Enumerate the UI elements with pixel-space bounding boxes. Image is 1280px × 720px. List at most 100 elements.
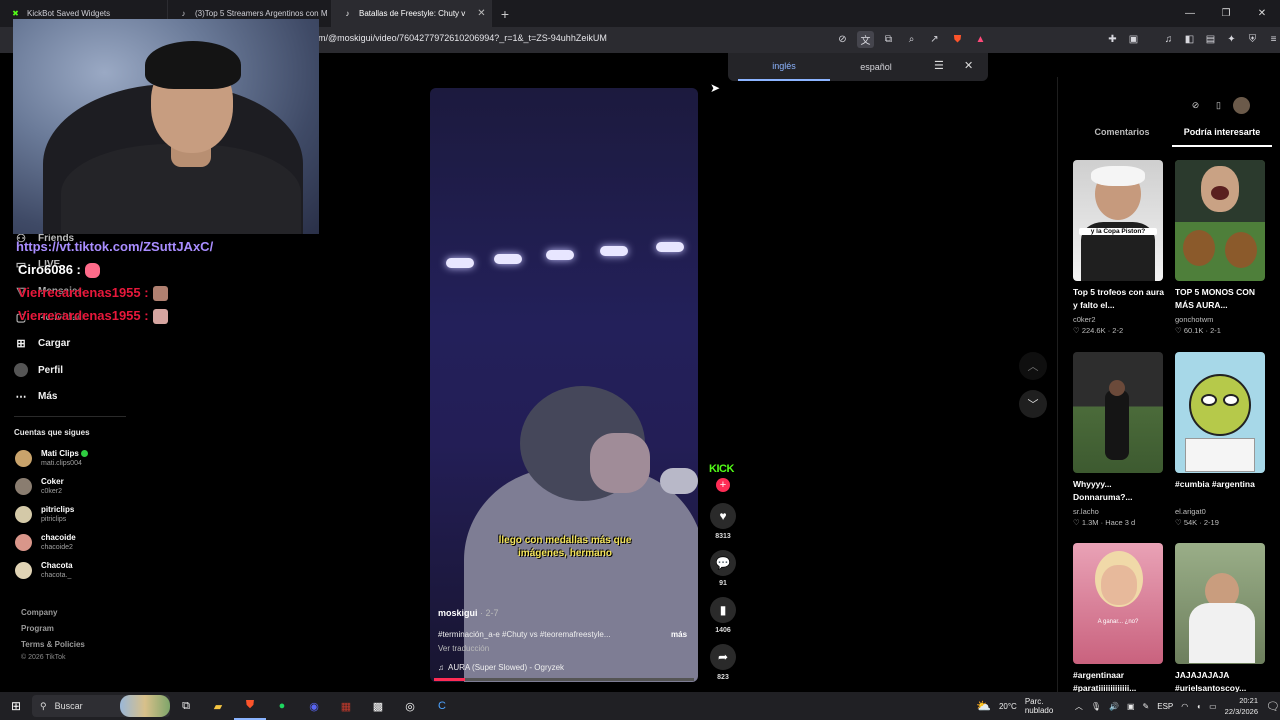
see-translation-link[interactable]: Ver traducción [438, 644, 489, 653]
like-button[interactable]: ♥ 8313 [709, 503, 737, 540]
volume-icon[interactable]: 🔊 [1109, 702, 1119, 711]
lang-target-tab[interactable]: español [830, 54, 922, 80]
brave-rewards-icon[interactable]: ▲ [972, 31, 989, 48]
compass-icon[interactable]: ⊘ [1187, 97, 1204, 114]
tray-app-icon[interactable]: ▣ [1127, 702, 1135, 711]
obs-icon[interactable]: ◎ [394, 692, 426, 720]
nav-more[interactable]: ⋯ Más [14, 389, 58, 403]
zoom-icon[interactable]: ⌕ [903, 31, 920, 48]
close-window-icon[interactable]: ✕ [1244, 0, 1280, 27]
microphone-icon[interactable]: 🎙 [1091, 702, 1101, 711]
follow-plus-icon[interactable]: + [716, 478, 730, 492]
nav-upload[interactable]: ⊞ Cargar [14, 336, 70, 350]
following-account[interactable]: Mati Clips mati.clips004 [15, 449, 88, 468]
avatar[interactable] [1233, 97, 1250, 114]
following-account[interactable]: pitriclips pitriclips [15, 505, 74, 524]
video-thumbnail [1073, 352, 1163, 473]
vpn-icon[interactable]: ⛨ [1244, 31, 1261, 48]
footer-link-terms[interactable]: Terms & Policies [21, 637, 85, 653]
profile-icon [14, 363, 28, 377]
tab-title: KickBot Saved Widgets [27, 9, 111, 18]
tab-recommended[interactable]: Podría interesarte [1172, 127, 1272, 147]
following-account[interactable]: Coker c0ker2 [15, 477, 64, 496]
video-music[interactable]: ♫ AURA (Super Slowed) - Ogryzek [438, 663, 564, 672]
following-account[interactable]: chacoide chacoide2 [15, 533, 76, 552]
hamburger-icon[interactable]: ☰ [934, 59, 944, 72]
more-link[interactable]: más [671, 630, 687, 639]
video-thumbnail [1175, 160, 1265, 281]
recommended-video-card[interactable]: Whyyyy... Donnaruma?... sr.lacho ♡ 1.3M … [1073, 352, 1165, 527]
recommended-video-card[interactable]: JAJAJAJAJA #urielsantoscoy... [1175, 543, 1267, 695]
tray-chevron-icon[interactable]: ︿ [1075, 701, 1083, 712]
nav-label: Cargar [38, 337, 71, 349]
minimize-icon[interactable]: — [1172, 0, 1208, 27]
taskbar-search[interactable]: ⚲ Buscar [32, 695, 170, 717]
pen-icon[interactable]: ✎ [1143, 702, 1150, 711]
app-c-icon[interactable]: C [426, 692, 458, 720]
spotify-icon[interactable]: ● [266, 692, 298, 720]
previous-video-button[interactable]: ︿ [1019, 352, 1047, 380]
discord-icon[interactable]: ◉ [298, 692, 330, 720]
nav-label: Más [38, 390, 58, 402]
save-button[interactable]: ▮ 1406 [709, 597, 737, 634]
task-view-icon[interactable]: ⧉ [170, 692, 202, 720]
video-progress-bar[interactable] [434, 678, 694, 681]
lang-source-tab[interactable]: inglés [738, 53, 830, 81]
brave-shield-icon[interactable]: ⛊ [949, 31, 966, 48]
speaker-icon[interactable]: ◖ [1196, 702, 1201, 711]
footer-link-company[interactable]: Company [21, 605, 85, 621]
card-date: 2-1 [1210, 326, 1221, 335]
card-title: TOP 5 MONOS CON MÁS AURA... [1175, 287, 1255, 310]
notification-icon[interactable]: 🗨 [1266, 700, 1280, 713]
card-stats: ♡ 60.1K · 2-1 [1175, 326, 1221, 335]
wallet-icon[interactable]: ▤ [1202, 31, 1219, 48]
video-player[interactable]: llego con medallas más que imágenes, her… [430, 88, 698, 682]
translate-icon[interactable]: 文 [857, 31, 874, 48]
music-icon[interactable]: ♫ [1160, 31, 1177, 48]
new-tab-button[interactable]: + [492, 0, 518, 27]
comment-button[interactable]: 💬 91 [709, 550, 737, 587]
rapper-face [590, 433, 650, 493]
chat-message: Ciro6086 : [18, 262, 100, 279]
avatar [15, 534, 32, 551]
clock[interactable]: 20:21 22/3/2026 [1225, 695, 1258, 717]
tracking-off-icon[interactable]: ⊘ [834, 31, 851, 48]
streaming-app-icon[interactable]: ▩ [362, 692, 394, 720]
start-button[interactable]: ⊞ [0, 699, 32, 713]
brave-browser-icon[interactable]: ⛊ [234, 692, 266, 720]
footer-link-program[interactable]: Program [21, 621, 85, 637]
close-tab-icon[interactable]: ✕ [477, 8, 485, 19]
next-video-button[interactable]: ﹀ [1019, 390, 1047, 418]
ai-icon[interactable]: ✦ [1223, 31, 1240, 48]
file-explorer-icon[interactable]: ▰ [202, 692, 234, 720]
weather-icon: ⛅ [976, 699, 991, 713]
restore-icon[interactable]: ❐ [1208, 0, 1244, 27]
weather-temp[interactable]: 20°C [999, 702, 1017, 711]
wifi-icon[interactable]: ◠ [1181, 702, 1188, 711]
avatar [15, 562, 32, 579]
extensions-icon[interactable]: ✚ [1104, 31, 1121, 48]
menu-icon[interactable]: ≡ [1265, 31, 1280, 48]
tab-comments[interactable]: Comentarios [1072, 127, 1172, 147]
recommended-video-card[interactable]: TOP 5 MONOS CON MÁS AURA... gonchotwm ♡ … [1175, 160, 1267, 335]
open-in-app-icon[interactable]: ⧉ [880, 31, 897, 48]
avatar [15, 506, 32, 523]
card-date: 2-19 [1203, 518, 1219, 527]
video-author[interactable]: moskigui · 2-7 [438, 608, 499, 618]
screenshot-icon[interactable]: ▣ [1125, 31, 1142, 48]
recommended-video-card[interactable]: A ganar... ¿no? #argentinaar #paratiiiii… [1073, 543, 1165, 695]
phone-icon[interactable]: ▯ [1210, 97, 1227, 114]
close-icon[interactable]: ✕ [964, 59, 973, 72]
voicemeeter-icon[interactable]: ▦ [330, 692, 362, 720]
share-icon[interactable]: ↗ [926, 31, 943, 48]
tray-lang[interactable]: ESP [1157, 702, 1173, 711]
recommended-video-card[interactable]: #cumbia #argentina el.arigat0 ♡ 54K · 2-… [1175, 352, 1267, 527]
nav-profile[interactable]: Perfil [14, 363, 63, 377]
following-account[interactable]: Chacota chacota._ [15, 561, 73, 580]
sidebar-icon[interactable]: ◧ [1181, 31, 1198, 48]
share-button[interactable]: ➦ 823 [709, 644, 737, 681]
url-field[interactable]: m/@moskigui/video/7604277972610206994?_r… [318, 33, 607, 43]
battery-icon[interactable]: ▭ [1209, 702, 1217, 711]
recommended-video-card[interactable]: y la Copa Piston? Top 5 trofeos con aura… [1073, 160, 1165, 335]
tab-batallas[interactable]: ♪ Batallas de Freestyle: Chuty v ✕ [332, 0, 492, 27]
